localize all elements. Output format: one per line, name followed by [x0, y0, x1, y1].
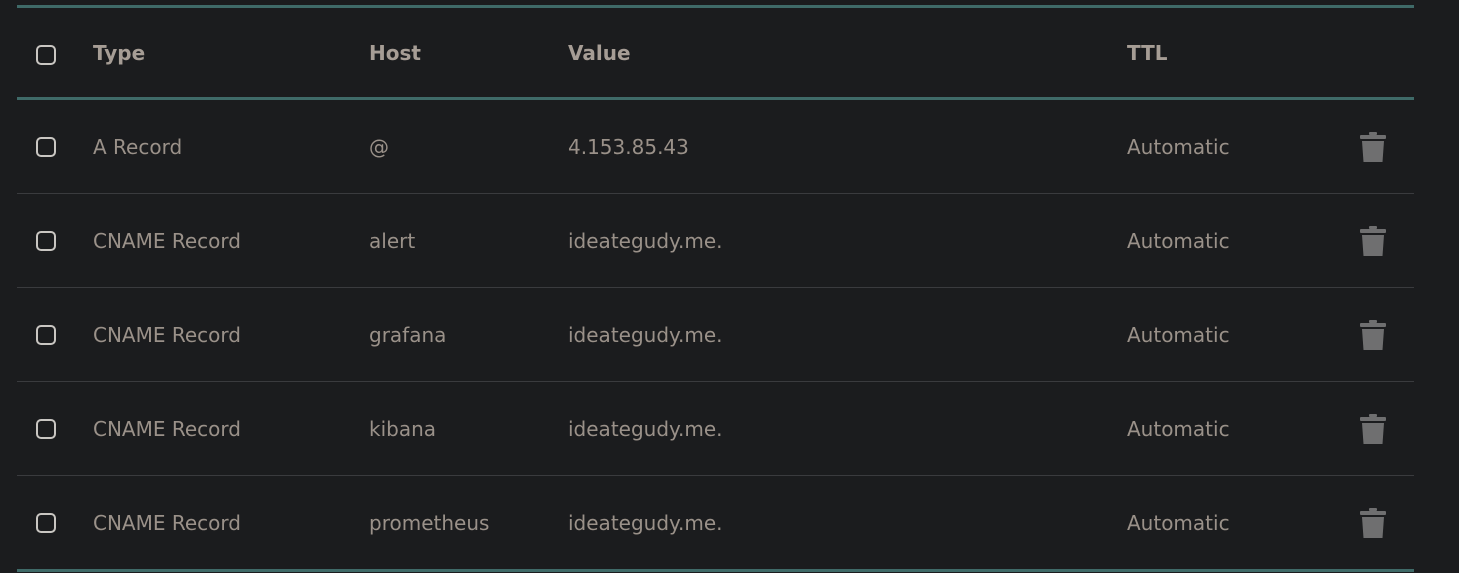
- record-value: ideategudy.me.: [568, 416, 723, 441]
- row-checkbox[interactable]: [36, 137, 56, 157]
- record-host: grafana: [369, 322, 447, 347]
- row-checkbox[interactable]: [36, 419, 56, 439]
- column-header-value[interactable]: Value: [568, 8, 631, 97]
- record-type: A Record: [93, 134, 183, 159]
- trash-icon[interactable]: [1359, 226, 1387, 256]
- record-value: ideategudy.me.: [568, 228, 723, 253]
- trash-icon[interactable]: [1359, 414, 1387, 444]
- trash-icon[interactable]: [1359, 320, 1387, 350]
- table-row: CNAME Record grafana ideategudy.me. Auto…: [17, 288, 1414, 382]
- record-host: alert: [369, 228, 416, 253]
- table-row: A Record @ 4.153.85.43 Automatic: [17, 100, 1414, 194]
- column-header-host[interactable]: Host: [369, 8, 421, 97]
- record-ttl: Automatic: [1127, 134, 1230, 159]
- record-value: ideategudy.me.: [568, 510, 723, 535]
- trash-icon[interactable]: [1359, 132, 1387, 162]
- select-all-checkbox[interactable]: [36, 45, 56, 65]
- column-header-ttl[interactable]: TTL: [1127, 8, 1168, 97]
- trash-icon[interactable]: [1359, 508, 1387, 538]
- record-host: kibana: [369, 416, 437, 441]
- table-row: CNAME Record kibana ideategudy.me. Autom…: [17, 382, 1414, 476]
- record-ttl: Automatic: [1127, 510, 1230, 535]
- table-row: CNAME Record alert ideategudy.me. Automa…: [17, 194, 1414, 288]
- row-checkbox[interactable]: [36, 231, 56, 251]
- record-type: CNAME Record: [93, 416, 241, 441]
- table-row: CNAME Record prometheus ideategudy.me. A…: [17, 476, 1414, 572]
- column-header-type[interactable]: Type: [93, 8, 145, 97]
- record-type: CNAME Record: [93, 322, 241, 347]
- row-checkbox[interactable]: [36, 513, 56, 533]
- record-type: CNAME Record: [93, 510, 241, 535]
- record-host: @: [369, 134, 389, 159]
- record-value: ideategudy.me.: [568, 322, 723, 347]
- record-ttl: Automatic: [1127, 228, 1230, 253]
- record-ttl: Automatic: [1127, 416, 1230, 441]
- record-value: 4.153.85.43: [568, 134, 689, 159]
- row-checkbox[interactable]: [36, 325, 56, 345]
- record-type: CNAME Record: [93, 228, 241, 253]
- table-header: Type Host Value TTL: [17, 8, 1414, 100]
- record-ttl: Automatic: [1127, 322, 1230, 347]
- record-host: prometheus: [369, 510, 490, 535]
- dns-records-table: Type Host Value TTL A Record @ 4.153.85.…: [17, 5, 1414, 572]
